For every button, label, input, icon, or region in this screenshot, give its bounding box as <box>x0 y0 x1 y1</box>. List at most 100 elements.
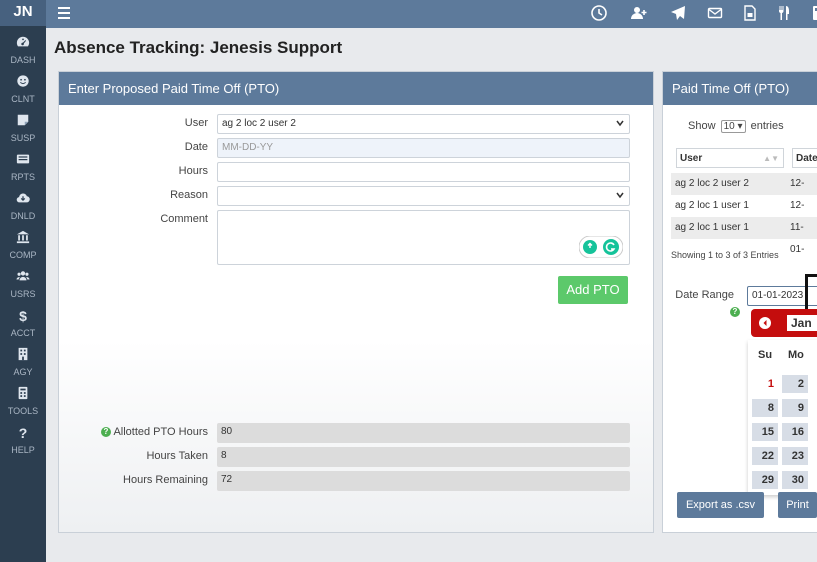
column-header-user[interactable]: User ▲▼ <box>676 148 784 168</box>
utensils-icon[interactable] <box>776 5 794 23</box>
calendar-day[interactable]: 9 <box>782 399 808 417</box>
table-row[interactable]: ag 2 loc 1 user 1 11-01- <box>671 217 817 255</box>
sidebar-item-label: TOOLS <box>7 406 39 416</box>
sidebar-item-tools[interactable]: TOOLS <box>0 383 46 421</box>
column-header-date[interactable]: Date <box>792 148 817 168</box>
client-icon <box>0 74 46 94</box>
calendar-day[interactable]: 22 <box>752 447 778 465</box>
chevron-left-icon <box>763 320 767 326</box>
sidebar-item-agy[interactable]: AGY <box>0 344 46 382</box>
sidebar-item-label: AGY <box>13 367 33 377</box>
sidebar-item-usrs[interactable]: USRS <box>0 266 46 304</box>
help-icon[interactable]: ? <box>730 304 740 318</box>
day-header: Su <box>758 349 773 361</box>
sort-icon: ▲▼ <box>763 154 779 163</box>
entries-select[interactable]: 10 ▾ <box>720 120 746 133</box>
add-pto-button[interactable]: Add PTO <box>558 276 628 304</box>
top-navbar <box>46 0 817 28</box>
column-header-label: User <box>680 153 703 164</box>
grammarly-icon <box>578 235 624 259</box>
panel-title: Paid Time Off (PTO) <box>663 72 817 105</box>
entries-select-value: 10 <box>723 121 735 132</box>
hours-remaining-label: Hours Remaining <box>123 474 208 486</box>
cell-user: ag 2 loc 2 user 2 <box>675 178 749 189</box>
hours-label: Hours <box>178 165 208 177</box>
reason-label: Reason <box>170 189 208 201</box>
cell-user: ag 2 loc 1 user 1 <box>675 200 749 211</box>
cell-user: ag 2 loc 1 user 1 <box>675 222 749 233</box>
users-icon <box>0 269 46 289</box>
calendar-day[interactable]: 29 <box>752 471 778 489</box>
hours-remaining-field: 72 <box>217 471 630 491</box>
calendar-day[interactable]: 1 <box>752 375 778 393</box>
entries-control: Show 10 ▾ entries <box>688 120 784 133</box>
building-icon <box>0 347 46 367</box>
calendar-day[interactable]: 2 <box>782 375 808 393</box>
sidebar-item-label: RPTS <box>10 172 35 182</box>
sidebar-item-dnld[interactable]: DNLD <box>0 188 46 226</box>
suspense-icon <box>0 113 46 133</box>
calendar-day[interactable]: 30 <box>782 471 808 489</box>
sidebar-item-label: USRS <box>10 289 36 299</box>
document-icon[interactable] <box>742 5 760 23</box>
showing-entries-text: Showing 1 to 3 of 3 Entries <box>671 250 779 260</box>
clock-icon[interactable] <box>591 5 609 23</box>
calendar-day[interactable]: 8 <box>752 399 778 417</box>
menu-icon[interactable] <box>58 7 70 19</box>
sidebar-item-label: DASH <box>10 55 36 65</box>
help-icon: ? <box>18 425 28 441</box>
sidebar-item-label: COMP <box>9 250 37 260</box>
reports-icon <box>0 152 46 172</box>
calendar-day[interactable]: 23 <box>782 447 808 465</box>
dashboard-icon <box>0 35 46 55</box>
export-csv-button[interactable]: Export as .csv <box>677 492 764 518</box>
allotted-hours-field: 80 <box>217 423 630 443</box>
sidebar-item-help[interactable]: ? HELP <box>0 422 46 460</box>
sidebar-item-rpts[interactable]: RPTS <box>0 149 46 187</box>
allotted-label: ? Allotted PTO Hours <box>100 426 208 438</box>
day-header: Mo <box>788 349 804 361</box>
sidebar-item-susp[interactable]: SUSP <box>0 110 46 148</box>
send-icon[interactable] <box>670 5 688 23</box>
table-row[interactable]: ag 2 loc 2 user 2 12-22- <box>671 173 817 211</box>
panel-title: Enter Proposed Paid Time Off (PTO) <box>59 72 653 105</box>
cell-date: 11-01- <box>790 222 805 255</box>
sidebar-item-label: HELP <box>11 445 35 455</box>
sidebar-item-label: SUSP <box>10 133 36 143</box>
date-input[interactable]: MM-DD-YY <box>217 138 630 158</box>
sidebar-item-comp[interactable]: COMP <box>0 227 46 265</box>
sidebar-item-label: CLNT <box>11 94 35 104</box>
entries-label: entries <box>750 120 784 132</box>
user-label: User <box>184 117 208 129</box>
page-title: Absence Tracking: Jenesis Support <box>54 38 343 57</box>
user-select-value: ag 2 loc 2 user 2 <box>222 118 296 129</box>
calculator-icon[interactable] <box>810 5 817 23</box>
add-user-icon[interactable] <box>631 5 649 23</box>
sidebar-item-label: ACCT <box>10 328 36 338</box>
print-button[interactable]: Print <box>778 492 817 518</box>
user-select[interactable]: ag 2 loc 2 user 2 <box>217 114 630 134</box>
help-icon[interactable]: ? <box>100 427 111 438</box>
chevron-down-icon <box>616 120 624 127</box>
sidebar-item-acct[interactable]: $ ACCT <box>0 305 46 343</box>
comment-label: Comment <box>160 213 208 225</box>
hours-taken-label: Hours Taken <box>146 450 208 462</box>
comment-textarea[interactable] <box>217 210 630 265</box>
calendar-day[interactable]: 16 <box>782 423 808 441</box>
prev-month-button[interactable] <box>759 317 771 329</box>
month-select[interactable]: Jan <box>787 315 817 331</box>
grammarly-icons[interactable] <box>578 235 624 261</box>
table-row[interactable]: ag 2 loc 1 user 1 12-04- <box>671 195 817 233</box>
brand-logo[interactable]: JN <box>0 0 46 26</box>
sidebar-item-dash[interactable]: DASH <box>0 32 46 70</box>
dollar-icon: $ <box>19 308 27 324</box>
mail-icon[interactable] <box>707 5 725 23</box>
date-range-label: Date Range <box>675 289 734 301</box>
reason-select[interactable] <box>217 186 630 206</box>
sidebar-item-clnt[interactable]: CLNT <box>0 71 46 109</box>
sidebar: JN DASH CLNT SUSP RPTS DNLD COMP USRS $ … <box>0 0 46 562</box>
hours-input[interactable] <box>217 162 630 182</box>
calendar-day[interactable]: 15 <box>752 423 778 441</box>
company-icon <box>0 230 46 250</box>
allotted-label-text: Allotted PTO Hours <box>113 426 208 438</box>
